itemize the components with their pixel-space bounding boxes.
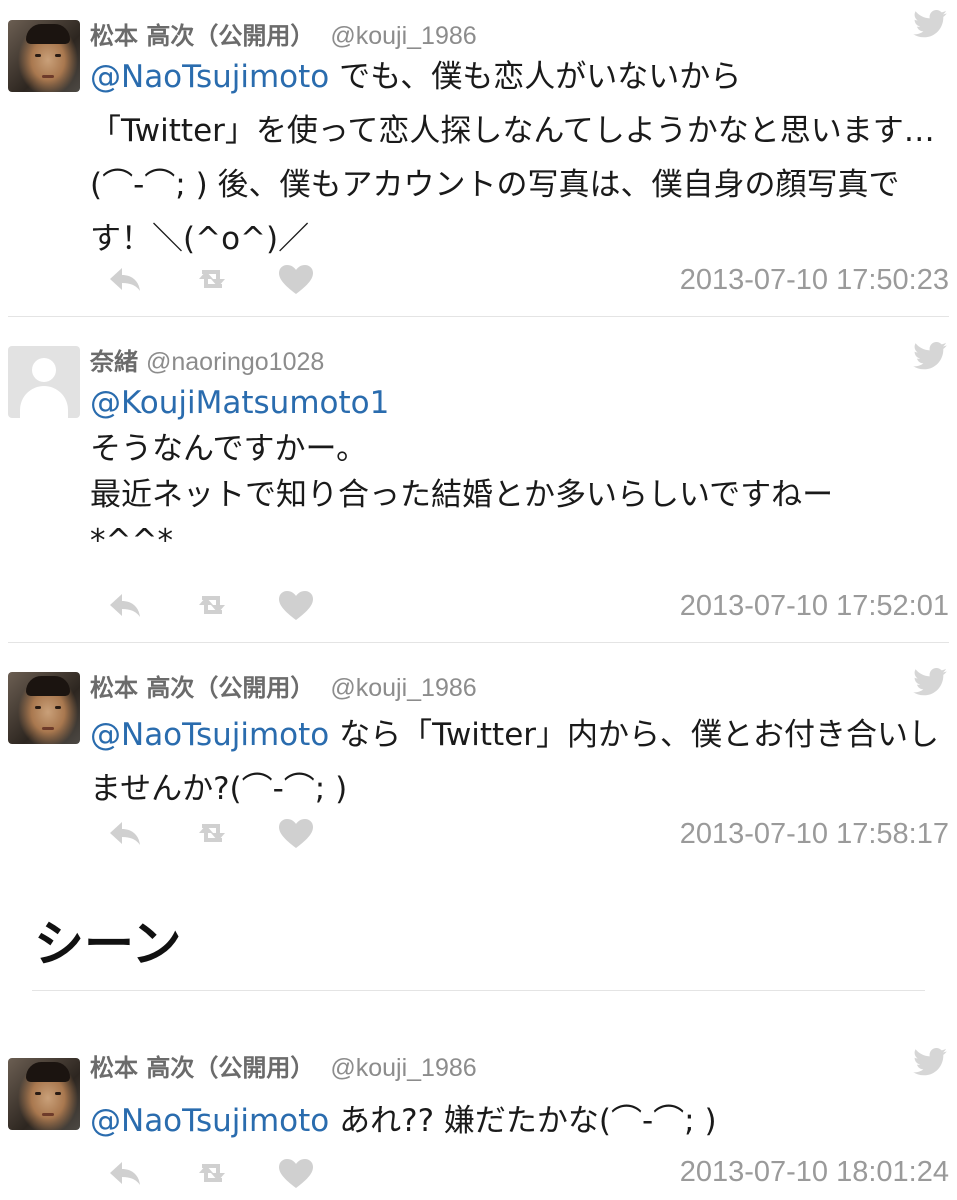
display-name[interactable]: 奈緒 xyxy=(90,342,138,377)
divider xyxy=(8,316,949,317)
tweet-actions xyxy=(108,590,328,630)
tweet-timestamp[interactable]: 2013-07-10 18:01:24 xyxy=(680,1156,949,1189)
heart-icon[interactable] xyxy=(278,1158,314,1190)
twitter-bird-icon xyxy=(913,342,947,370)
tweet-header: 松本 高次（公開用） @kouji_1986 xyxy=(90,668,477,702)
user-handle[interactable]: @naoringo1028 xyxy=(146,348,324,377)
mention-link[interactable]: @KoujiMatsumoto1 xyxy=(90,385,389,421)
mention-link[interactable]: @NaoTsujimoto xyxy=(90,1103,329,1139)
heart-icon[interactable] xyxy=(278,264,314,296)
tweet-text: @NaoTsujimoto あれ?? 嫌だたかな(⌒-⌒; ) xyxy=(90,1094,940,1148)
tweet-actions xyxy=(108,1158,328,1198)
retweet-icon[interactable] xyxy=(194,1158,230,1188)
heart-icon[interactable] xyxy=(278,818,314,850)
retweet-icon[interactable] xyxy=(194,590,230,620)
twitter-bird-icon xyxy=(913,10,947,38)
twitter-bird-icon xyxy=(913,668,947,696)
tweet-text: @NaoTsujimoto でも、僕も恋人がいないから 「Twitter」を使っ… xyxy=(90,50,940,266)
divider xyxy=(8,642,949,643)
tweet-timestamp[interactable]: 2013-07-10 17:52:01 xyxy=(680,590,949,623)
reply-icon[interactable] xyxy=(108,1158,142,1188)
tweet-body: あれ?? 嫌だたかな(⌒-⌒; ) xyxy=(329,1103,717,1139)
user-handle[interactable]: @kouji_1986 xyxy=(330,22,476,51)
tweet-body: そうなんですかー。 最近ネットで知り合った結婚とか多いらしいですねー *^^* xyxy=(90,431,834,559)
retweet-icon[interactable] xyxy=(194,818,230,848)
display-name[interactable]: 松本 高次（公開用） xyxy=(90,668,314,703)
avatar[interactable] xyxy=(8,346,80,418)
tweet-timestamp[interactable]: 2013-07-10 17:50:23 xyxy=(680,264,949,297)
tweet-timestamp[interactable]: 2013-07-10 17:58:17 xyxy=(680,818,949,851)
tweet-header: 松本 高次（公開用） @kouji_1986 xyxy=(90,1048,477,1082)
user-handle[interactable]: @kouji_1986 xyxy=(330,1054,476,1083)
tweet-text: @KoujiMatsumoto1 そうなんですかー。 最近ネットで知り合った結婚… xyxy=(90,380,940,564)
avatar[interactable] xyxy=(8,672,80,744)
mention-link[interactable]: @NaoTsujimoto xyxy=(90,59,329,95)
twitter-bird-icon xyxy=(913,1048,947,1076)
tweet-actions xyxy=(108,264,328,304)
divider xyxy=(32,990,925,991)
tweet-header: 奈緒 @naoringo1028 xyxy=(90,342,324,376)
avatar[interactable] xyxy=(8,1058,80,1130)
tweet-header: 松本 高次（公開用） @kouji_1986 xyxy=(90,16,477,50)
avatar[interactable] xyxy=(8,20,80,92)
display-name[interactable]: 松本 高次（公開用） xyxy=(90,1048,314,1083)
reply-icon[interactable] xyxy=(108,264,142,294)
user-handle[interactable]: @kouji_1986 xyxy=(330,674,476,703)
reply-icon[interactable] xyxy=(108,590,142,620)
heart-icon[interactable] xyxy=(278,590,314,622)
mention-link[interactable]: @NaoTsujimoto xyxy=(90,717,329,753)
scene-caption: シーン xyxy=(34,915,182,973)
display-name[interactable]: 松本 高次（公開用） xyxy=(90,16,314,51)
retweet-icon[interactable] xyxy=(194,264,230,294)
reply-icon[interactable] xyxy=(108,818,142,848)
tweet-text: @NaoTsujimoto なら「Twitter」内から、僕とお付き合いしません… xyxy=(90,708,940,816)
tweet-actions xyxy=(108,818,328,858)
